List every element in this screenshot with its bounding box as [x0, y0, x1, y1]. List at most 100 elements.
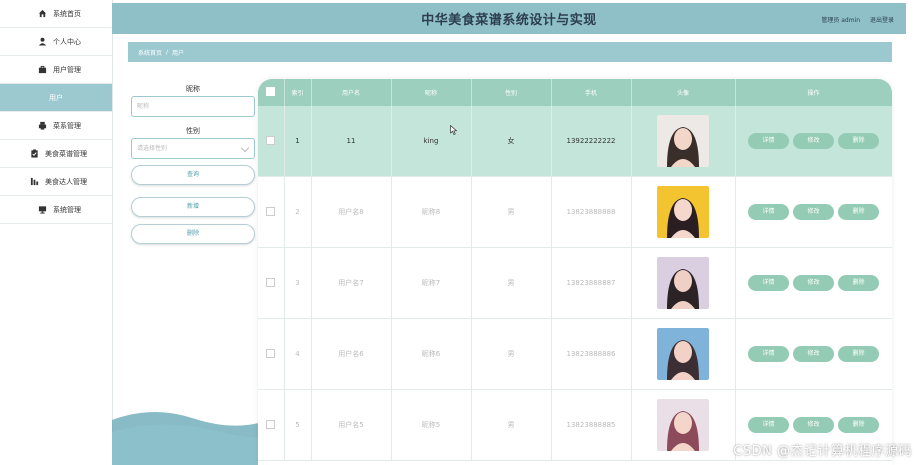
avatar-cell: [631, 247, 736, 319]
delete-row-button[interactable]: 删除: [838, 417, 879, 433]
edit-button[interactable]: 修改: [793, 417, 834, 433]
row-select-cell[interactable]: [258, 318, 285, 390]
delete-row-button[interactable]: 删除: [838, 133, 879, 149]
detail-button[interactable]: 详情: [748, 417, 789, 433]
row-select-cell[interactable]: [258, 247, 285, 319]
row-checkbox[interactable]: [266, 206, 276, 216]
table-row[interactable]: 3 用户名7 昵称7 男 13823888887 详情 修改 删除: [258, 247, 892, 319]
username-cell: 用户名7: [311, 247, 392, 319]
sidebar-item-label: 系统管理: [53, 205, 81, 214]
breadcrumb-current: 用户: [172, 49, 185, 57]
row-select-cell[interactable]: [258, 389, 285, 461]
column-header: 手机: [551, 79, 632, 106]
nickname-cell: king: [391, 106, 472, 177]
sidebar-item-users[interactable]: 用户: [0, 84, 112, 112]
detail-button[interactable]: 详情: [748, 275, 789, 291]
breadcrumb: 系统首页 / 用户: [128, 42, 892, 62]
column-header: 昵称: [391, 79, 472, 106]
edit-button[interactable]: 修改: [793, 204, 834, 220]
sidebar-item-foodie-management[interactable]: 美食达人管理: [0, 168, 112, 196]
breadcrumb-separator: /: [166, 48, 169, 56]
chevron-down-icon: [240, 143, 250, 153]
edit-button[interactable]: 修改: [793, 275, 834, 291]
sidebar-item-label: 菜系管理: [53, 121, 81, 130]
sidebar-item-recipe-management[interactable]: 美食菜谱管理: [0, 140, 112, 168]
mouse-cursor-icon: [450, 125, 457, 135]
select-all-header[interactable]: [258, 79, 285, 106]
watermark: CSDN @杰记计算机程序源码: [733, 444, 912, 459]
phone-cell: 13922222222: [551, 106, 632, 177]
actions-cell: 详情 修改 删除: [735, 176, 892, 248]
sidebar-item-user-management[interactable]: 用户管理: [0, 56, 112, 84]
delete-row-button[interactable]: 删除: [838, 275, 879, 291]
avatar-cell: [631, 176, 736, 248]
table-row[interactable]: 4 用户名6 昵称6 男 13823888886 详情 修改 删除: [258, 318, 892, 390]
detail-button[interactable]: 详情: [748, 204, 789, 220]
username-cell: 11: [311, 106, 392, 177]
row-select-cell[interactable]: [258, 176, 285, 248]
sidebar-item-label: 用户管理: [53, 65, 81, 74]
table-header-row: 索引 用户名 昵称 性别 手机 头像 操作: [258, 79, 892, 106]
avatar: [657, 115, 709, 167]
user-icon: [38, 37, 47, 46]
actions-cell: 详情 修改 删除: [735, 247, 892, 319]
actions-cell: 详情 修改 删除: [735, 106, 892, 177]
row-checkbox[interactable]: [266, 419, 276, 429]
column-header: 头像: [631, 79, 736, 106]
nickname-cell: 昵称8: [391, 176, 472, 248]
index-cell: 1: [284, 106, 312, 177]
avatar-cell: [631, 106, 736, 177]
nickname-label: 昵称: [186, 85, 200, 93]
row-checkbox[interactable]: [266, 277, 276, 287]
delete-button[interactable]: 删除: [131, 224, 255, 244]
detail-button[interactable]: 详情: [748, 133, 789, 149]
phone-cell: 13823888887: [551, 247, 632, 319]
sidebar-item-label: 系统首页: [53, 9, 81, 18]
table-row[interactable]: 2 用户名8 昵称8 男 13823888888 详情 修改 删除: [258, 176, 892, 248]
nickname-cell: 昵称6: [391, 318, 472, 390]
nickname-cell: 昵称7: [391, 247, 472, 319]
query-button[interactable]: 查询: [131, 165, 255, 185]
gender-cell: 男: [471, 176, 552, 248]
column-header: 操作: [735, 79, 892, 106]
sidebar-item-system-management[interactable]: 系统管理: [0, 196, 112, 224]
username-cell: 用户名8: [311, 176, 392, 248]
delete-row-button[interactable]: 删除: [838, 204, 879, 220]
detail-button[interactable]: 详情: [748, 346, 789, 362]
gender-select[interactable]: 请选择性别: [131, 138, 255, 159]
row-checkbox[interactable]: [266, 135, 276, 145]
user-table: 索引 用户名 昵称 性别 手机 头像 操作 1 11 king 女 1392222222…: [258, 79, 892, 465]
table-row[interactable]: 1 11 king 女 13922222222 详情 修改 删除: [258, 106, 892, 177]
edit-button[interactable]: 修改: [793, 346, 834, 362]
username-cell: 用户名6: [311, 318, 392, 390]
admin-label: 管理员 admin: [821, 17, 861, 24]
top-header: 中华美食菜谱系统设计与实现 管理员 admin 退出登录: [112, 3, 906, 34]
avatar-cell: [631, 389, 736, 461]
decorative-wave: [112, 411, 262, 465]
avatar: [657, 328, 709, 380]
edit-button[interactable]: 修改: [793, 133, 834, 149]
add-button[interactable]: 新增: [131, 197, 255, 217]
briefcase-icon: [38, 65, 47, 74]
phone-cell: 13823888888: [551, 176, 632, 248]
gender-cell: 男: [471, 389, 552, 461]
row-checkbox[interactable]: [266, 348, 276, 358]
sidebar-item-home[interactable]: 系统首页: [0, 0, 112, 28]
row-select-cell[interactable]: [258, 106, 285, 177]
index-cell: 5: [284, 389, 312, 461]
sidebar: 系统首页 个人中心 用户管理 用户 菜系管理 美食菜谱管理 美食达人管理 系统管…: [0, 0, 113, 465]
home-icon: [38, 9, 47, 18]
sidebar-item-cuisine-management[interactable]: 菜系管理: [0, 112, 112, 140]
breadcrumb-home[interactable]: 系统首页: [138, 48, 162, 57]
print-icon: [38, 121, 47, 130]
gender-select-placeholder: 请选择性别: [137, 145, 168, 152]
logout-link[interactable]: 退出登录: [870, 17, 894, 24]
app-title: 中华美食菜谱系统设计与实现: [421, 13, 597, 28]
select-all-checkbox[interactable]: [266, 87, 276, 96]
avatar: [657, 186, 709, 238]
column-header: 索引: [284, 79, 312, 106]
delete-row-button[interactable]: 删除: [838, 346, 879, 362]
nickname-input[interactable]: 昵称: [131, 96, 255, 117]
index-cell: 2: [284, 176, 312, 248]
sidebar-item-profile[interactable]: 个人中心: [0, 28, 112, 56]
